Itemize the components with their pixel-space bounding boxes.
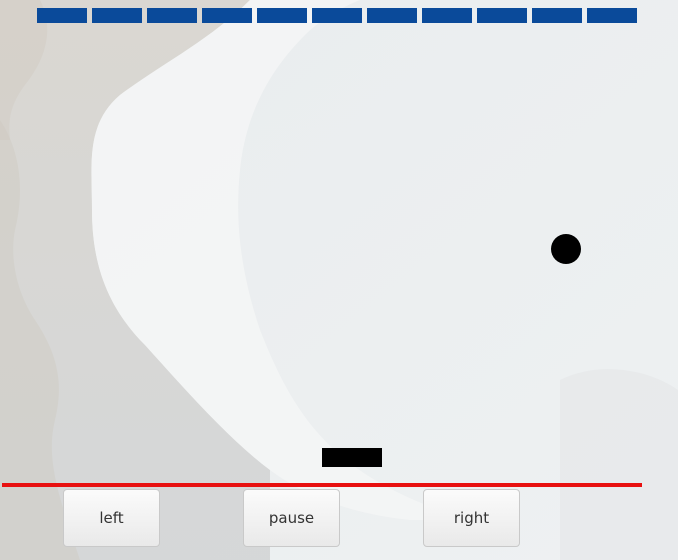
brick-4	[202, 8, 252, 23]
brick-8	[422, 8, 472, 23]
brick-9	[477, 8, 527, 23]
brick-10	[532, 8, 582, 23]
brick-11	[587, 8, 637, 23]
brick-7	[367, 8, 417, 23]
ball	[551, 234, 581, 264]
brick-row	[37, 8, 637, 23]
coastline-background	[0, 0, 678, 560]
brick-6	[312, 8, 362, 23]
game-area: left pause right	[0, 0, 678, 560]
paddle[interactable]	[322, 448, 382, 467]
right-button[interactable]: right	[423, 489, 520, 547]
brick-1	[37, 8, 87, 23]
brick-3	[147, 8, 197, 23]
left-button[interactable]: left	[63, 489, 160, 547]
brick-2	[92, 8, 142, 23]
brick-5	[257, 8, 307, 23]
floor-line	[2, 483, 642, 487]
pause-button[interactable]: pause	[243, 489, 340, 547]
